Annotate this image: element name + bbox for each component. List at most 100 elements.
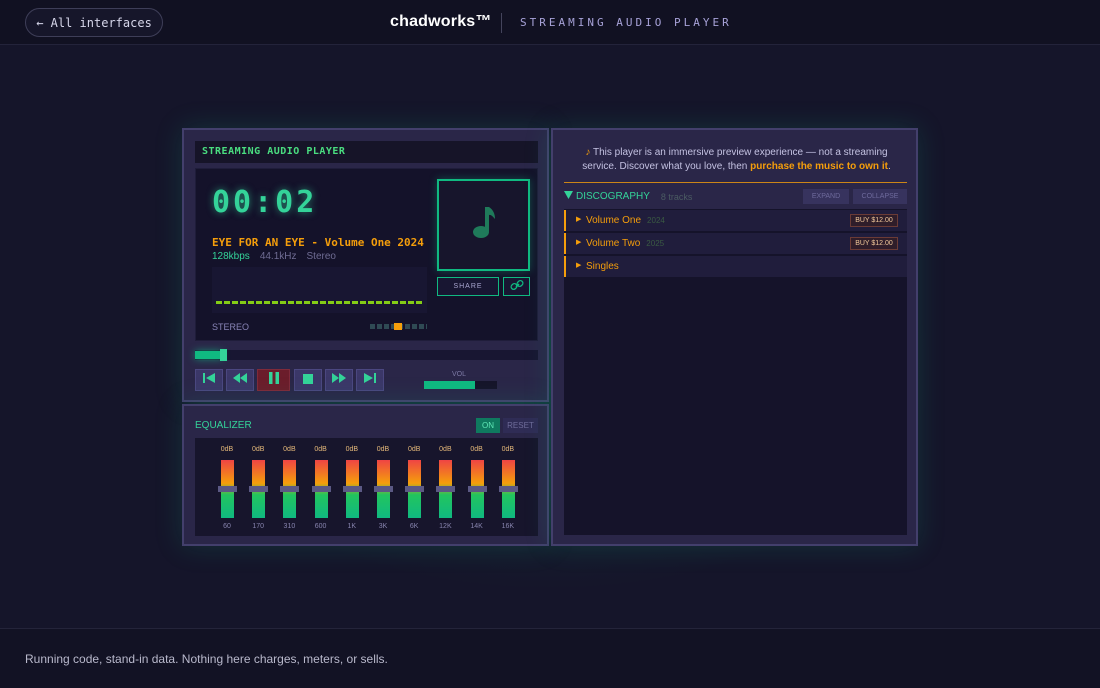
eq-band[interactable]: 0dB 1K (342, 446, 362, 532)
stop-button[interactable] (294, 369, 322, 391)
discography-header[interactable]: DISCOGRAPHY 8 tracks (564, 191, 692, 202)
eq-band-handle[interactable] (436, 486, 456, 492)
rewind-button[interactable] (226, 369, 254, 391)
buy-button[interactable]: BUY $12.00 (850, 214, 898, 227)
rewind-icon (232, 371, 248, 389)
eq-band-handle[interactable] (467, 486, 487, 492)
eq-band[interactable]: 0dB 310 (279, 446, 300, 532)
equalizer-bands: 0dB 60 0dB 170 0dB 310 0dB 600 0dB 1K 0dB 3K 0dB 6K 0d… (195, 438, 538, 536)
eq-band-handle[interactable] (280, 486, 300, 492)
balance-indicator (394, 323, 402, 330)
eq-band-gain: 0dB (345, 446, 359, 453)
fast-forward-button[interactable] (325, 369, 353, 391)
share-button[interactable]: SHARE (437, 277, 499, 296)
eq-band-handle[interactable] (249, 486, 269, 492)
discography-panel: ♪ This player is an immersive preview ex… (551, 128, 918, 546)
player-panel: STREAMING AUDIO PLAYER 00:02 EYE FOR AN … (182, 128, 549, 402)
brand-divider (501, 13, 502, 33)
stop-icon (303, 371, 313, 389)
notice-divider (564, 182, 907, 183)
eq-band[interactable]: 0dB 12K (435, 446, 456, 532)
eq-band-handle[interactable] (498, 486, 518, 492)
channels: Stereo (306, 251, 336, 262)
buy-button[interactable]: BUY $12.00 (850, 237, 898, 250)
eq-band-gain: 0dB (220, 446, 234, 453)
eq-band-gain: 0dB (314, 446, 327, 453)
fast-forward-icon (331, 371, 347, 389)
eq-band-frequency: 14K (470, 523, 483, 530)
previous-button[interactable] (195, 369, 223, 391)
spectrum-bars (216, 301, 422, 304)
eq-band-handle[interactable] (342, 486, 362, 492)
eq-band-gain: 0dB (439, 446, 452, 453)
eq-band-frequency: 60 (223, 523, 231, 530)
eq-band[interactable]: 0dB 3K (373, 446, 393, 532)
eq-band[interactable]: 0dB 170 (248, 446, 269, 532)
expand-triangle-icon: ▶ (576, 262, 582, 269)
track-name: EYE FOR AN EYE - Volume One 2024 (212, 236, 424, 249)
stereo-label: STEREO (212, 322, 250, 332)
eq-band-frequency: 1K (347, 523, 357, 530)
sample-rate: 44.1kHz (259, 251, 297, 262)
collapse-button[interactable]: COLLAPSE (853, 189, 907, 204)
seek-bar[interactable] (195, 349, 538, 361)
previous-icon (202, 371, 216, 389)
top-bar: ← All interfaces chadworks™ STREAMING AU… (0, 0, 1100, 45)
eq-band-gain: 0dB (283, 446, 296, 453)
spectrum-visualizer (212, 267, 427, 313)
music-note-icon (471, 205, 497, 246)
eq-band-frequency: 3K (378, 523, 388, 530)
equalizer-on-button[interactable]: ON (476, 418, 500, 433)
balance-meter (370, 323, 427, 330)
player-title: STREAMING AUDIO PLAYER (195, 141, 538, 163)
track-count: 8 tracks (660, 191, 693, 202)
album-row[interactable]: ▶ Singles (564, 256, 907, 277)
brand-logo: chadworks™ (390, 13, 492, 30)
eq-band-handle[interactable] (311, 486, 331, 492)
eq-band[interactable]: 0dB 14K (467, 446, 487, 532)
next-button[interactable] (356, 369, 384, 391)
eq-band-frequency: 170 (252, 523, 265, 530)
eq-band-handle[interactable] (218, 486, 237, 492)
purchase-link[interactable]: purchase the music to own it (750, 161, 888, 172)
player-display: 00:02 EYE FOR AN EYE - Volume One 2024 1… (195, 168, 538, 341)
equalizer-panel: EQUALIZER ON RESET 0dB 60 0dB 170 0dB 310 0dB 6… (182, 404, 549, 546)
eq-band-frequency: 12K (439, 523, 452, 530)
seek-bar-thumb[interactable] (220, 349, 228, 361)
eq-band-handle[interactable] (405, 486, 425, 492)
pause-button[interactable] (257, 369, 290, 391)
eq-band[interactable]: 0dB 60 (217, 446, 237, 532)
expand-button[interactable]: EXPAND (803, 189, 849, 204)
eq-band-handle[interactable] (374, 486, 393, 492)
notice-end: . (887, 161, 891, 172)
track-meta: 128kbps 44.1kHz Stereo (212, 251, 336, 262)
expand-triangle-icon: ▶ (576, 239, 582, 246)
copy-link-button[interactable] (503, 277, 530, 296)
volume-slider[interactable] (424, 381, 497, 389)
next-icon (363, 371, 377, 389)
album-list: ▶ Volume One 2024 BUY $12.00 ▶ Volume Two 2025… (564, 209, 907, 535)
eq-band-frequency: 6K (409, 523, 419, 530)
album-name: Singles (586, 261, 619, 272)
footer: Running code, stand-in data. Nothing her… (0, 628, 1100, 688)
eq-band[interactable]: 0dB 16K (498, 446, 518, 532)
album-row[interactable]: ▶ Volume One 2024 BUY $12.00 (564, 210, 907, 231)
album-row[interactable]: ▶ Volume Two 2025 BUY $12.00 (564, 233, 907, 254)
collapse-triangle-icon (564, 191, 573, 202)
album-name: Volume Two 2025 (586, 238, 665, 249)
eq-band[interactable]: 0dB 600 (311, 446, 331, 532)
equalizer-reset-button[interactable]: RESET (503, 418, 538, 433)
album-year: 2024 (647, 216, 665, 225)
volume-fill (424, 381, 476, 389)
volume-label: VOL (452, 371, 467, 378)
eq-band-gain: 0dB (376, 446, 390, 453)
album-name: Volume One 2024 (586, 215, 665, 226)
eq-band[interactable]: 0dB 6K (404, 446, 425, 532)
link-icon (509, 278, 524, 296)
time-display: 00:02 (212, 185, 318, 220)
expand-triangle-icon: ▶ (576, 216, 582, 223)
eq-band-frequency: 310 (283, 523, 296, 530)
eq-band-frequency: 16K (501, 523, 515, 530)
album-art (437, 179, 530, 271)
back-to-interfaces-button[interactable]: ← All interfaces (25, 8, 163, 37)
